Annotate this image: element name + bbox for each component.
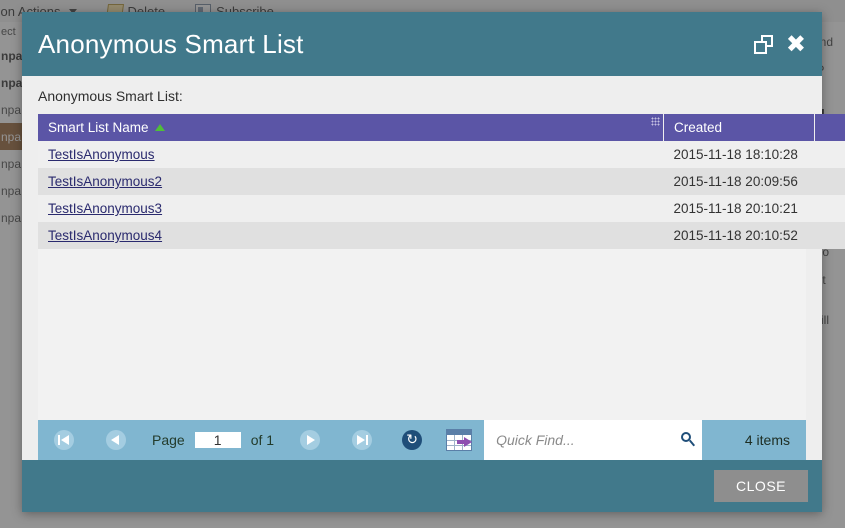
cell-spacer: [814, 141, 845, 168]
column-header-smart-list-name[interactable]: Smart List Name: [38, 114, 664, 141]
smart-list-table: Smart List Name Created TestIsAnonymous …: [38, 114, 845, 249]
page-number-input[interactable]: 1: [194, 432, 241, 448]
previous-page-icon[interactable]: [106, 430, 126, 450]
cell-smart-list-name: TestIsAnonymous2: [38, 168, 664, 195]
dialog-titlebar: Anonymous Smart List ✖: [22, 12, 822, 76]
close-button[interactable]: CLOSE: [714, 470, 808, 502]
pager-spacer: [702, 420, 745, 460]
cell-spacer: [814, 222, 845, 249]
smart-list-grid: Smart List Name Created TestIsAnonymous …: [38, 114, 845, 460]
export-arrow-head: [464, 437, 473, 447]
dialog-footer: CLOSE: [22, 460, 822, 512]
first-page-arrow: [61, 435, 69, 445]
first-page-bar: [58, 435, 60, 445]
dialog-body: Anonymous Smart List: Smart List Name Cr…: [22, 76, 845, 460]
table-header-row: Smart List Name Created: [38, 114, 845, 141]
column-header-created-label: Created: [674, 120, 723, 135]
search-icon[interactable]: [680, 432, 696, 448]
column-header-created[interactable]: Created: [663, 114, 815, 141]
cell-smart-list-name: TestIsAnonymous: [38, 141, 664, 168]
search-input[interactable]: [494, 431, 681, 449]
cell-spacer: [814, 168, 845, 195]
refresh-glyph: ↻: [406, 432, 418, 448]
cell-created: 2015-11-18 20:10:21: [663, 195, 815, 222]
grid-pager: Page 1 of 1 ↻ Quick Find... 4 items: [38, 420, 806, 460]
smart-list-link[interactable]: TestIsAnonymous2: [48, 174, 162, 189]
pager-of-label: of 1: [250, 432, 275, 448]
cell-created: 2015-11-18 18:10:28: [663, 141, 815, 168]
table-body: TestIsAnonymous 2015-11-18 18:10:28 Test…: [38, 141, 845, 249]
cell-smart-list-name: TestIsAnonymous4: [38, 222, 664, 249]
next-page-icon[interactable]: [300, 430, 321, 450]
close-icon[interactable]: ✖: [786, 32, 806, 56]
search-icon-handle: [689, 439, 696, 447]
restore-window-icon[interactable]: [753, 34, 773, 54]
last-page-arrow: [357, 435, 366, 445]
dialog-title: Anonymous Smart List: [38, 28, 304, 59]
anonymous-smart-list-dialog: Anonymous Smart List ✖ Anonymous Smart L…: [22, 12, 845, 512]
first-page-icon[interactable]: [54, 430, 74, 450]
restore-square-front: [753, 40, 767, 54]
column-header-smart-list-name-label: Smart List Name: [48, 120, 149, 135]
item-count-label: 4 items: [744, 432, 790, 448]
last-page-icon[interactable]: [352, 430, 373, 450]
refresh-icon[interactable]: ↻: [402, 430, 423, 450]
last-page-bar: [366, 435, 369, 445]
sort-ascending-icon: [154, 123, 165, 131]
table-row[interactable]: TestIsAnonymous 2015-11-18 18:10:28: [38, 141, 845, 168]
cell-spacer: [814, 195, 845, 222]
cell-created: 2015-11-18 20:09:56: [663, 168, 815, 195]
table-row[interactable]: TestIsAnonymous3 2015-11-18 20:10:21: [38, 195, 845, 222]
column-resize-handle[interactable]: [651, 117, 660, 126]
export-grid-icon[interactable]: [446, 429, 473, 451]
page-number-value: 1: [213, 432, 222, 448]
grid-empty-area: [38, 249, 806, 420]
pager-navigation: Page 1 of 1 ↻: [38, 420, 484, 460]
table-row[interactable]: TestIsAnonymous4 2015-11-18 20:10:52: [38, 222, 845, 249]
cell-smart-list-name: TestIsAnonymous3: [38, 195, 664, 222]
quick-find-box[interactable]: [484, 420, 703, 460]
cell-created: 2015-11-18 20:10:52: [663, 222, 815, 249]
smart-list-link[interactable]: TestIsAnonymous3: [48, 201, 162, 216]
dialog-window-controls: ✖: [753, 32, 806, 56]
column-header-spacer: [814, 114, 845, 141]
smart-list-section-label: Anonymous Smart List:: [38, 88, 183, 104]
smart-list-link[interactable]: TestIsAnonymous: [48, 147, 155, 162]
previous-page-arrow: [111, 435, 119, 445]
next-page-arrow: [307, 435, 316, 445]
table-row[interactable]: TestIsAnonymous2 2015-11-18 20:09:56: [38, 168, 845, 195]
table-header: Smart List Name Created: [38, 114, 845, 141]
pager-page-label: Page: [152, 432, 185, 448]
smart-list-link[interactable]: TestIsAnonymous4: [48, 228, 162, 243]
